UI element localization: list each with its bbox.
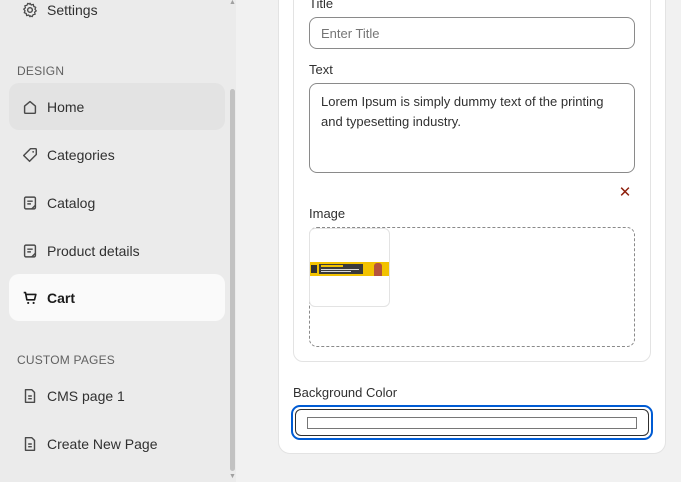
product-icon: [21, 242, 39, 260]
sidebar-item-label: Settings: [47, 1, 98, 18]
background-color-label: Background Color: [293, 385, 398, 400]
image-label: Image: [309, 206, 346, 221]
sidebar-item-label: Catalog: [47, 194, 96, 211]
sidebar-item-product-details[interactable]: Product details: [9, 227, 225, 274]
text-label: Text: [309, 62, 333, 77]
sidebar-item-settings[interactable]: Settings: [9, 0, 225, 33]
text-textarea[interactable]: Lorem Ipsum is simply dummy text of the …: [309, 83, 635, 173]
sidebar-item-cart[interactable]: Cart: [9, 274, 225, 321]
sidebar-item-create-new-page[interactable]: Create New Page: [9, 420, 225, 467]
cart-icon: [21, 289, 39, 307]
title-input[interactable]: [309, 17, 635, 49]
page-icon: [21, 387, 39, 405]
page-icon: [21, 435, 39, 453]
sidebar: Settings DESIGN Home Categories Catalog …: [0, 0, 236, 482]
section-label-custom-pages: CUSTOM PAGES: [17, 353, 115, 367]
gear-icon: [21, 1, 39, 19]
sidebar-item-label: Categories: [47, 146, 115, 163]
banner-image: [310, 262, 389, 276]
sidebar-scrollbar-thumb[interactable]: [230, 89, 235, 471]
background-color-picker[interactable]: [307, 417, 637, 429]
sidebar-item-catalog[interactable]: Catalog: [9, 179, 225, 226]
sidebar-item-categories[interactable]: Categories: [9, 131, 225, 178]
remove-icon[interactable]: ✕: [617, 185, 633, 201]
scroll-down-arrow-icon[interactable]: ▼: [229, 473, 236, 480]
catalog-icon: [21, 194, 39, 212]
sidebar-item-label: Product details: [47, 242, 140, 259]
sidebar-item-label: Home: [47, 98, 85, 115]
sidebar-item-cms-page-1[interactable]: CMS page 1: [9, 372, 225, 419]
sidebar-item-label: Create New Page: [47, 435, 158, 452]
section-label-design: DESIGN: [17, 64, 65, 78]
sidebar-item-label: CMS page 1: [47, 387, 125, 404]
home-icon: [21, 98, 39, 116]
image-thumbnail[interactable]: [309, 228, 390, 307]
tag-icon: [21, 146, 39, 164]
sidebar-item-home[interactable]: Home: [9, 83, 225, 130]
sidebar-item-label: Cart: [47, 289, 76, 306]
title-label: Title: [309, 0, 334, 11]
scroll-up-arrow-icon[interactable]: ▲: [229, 0, 236, 6]
